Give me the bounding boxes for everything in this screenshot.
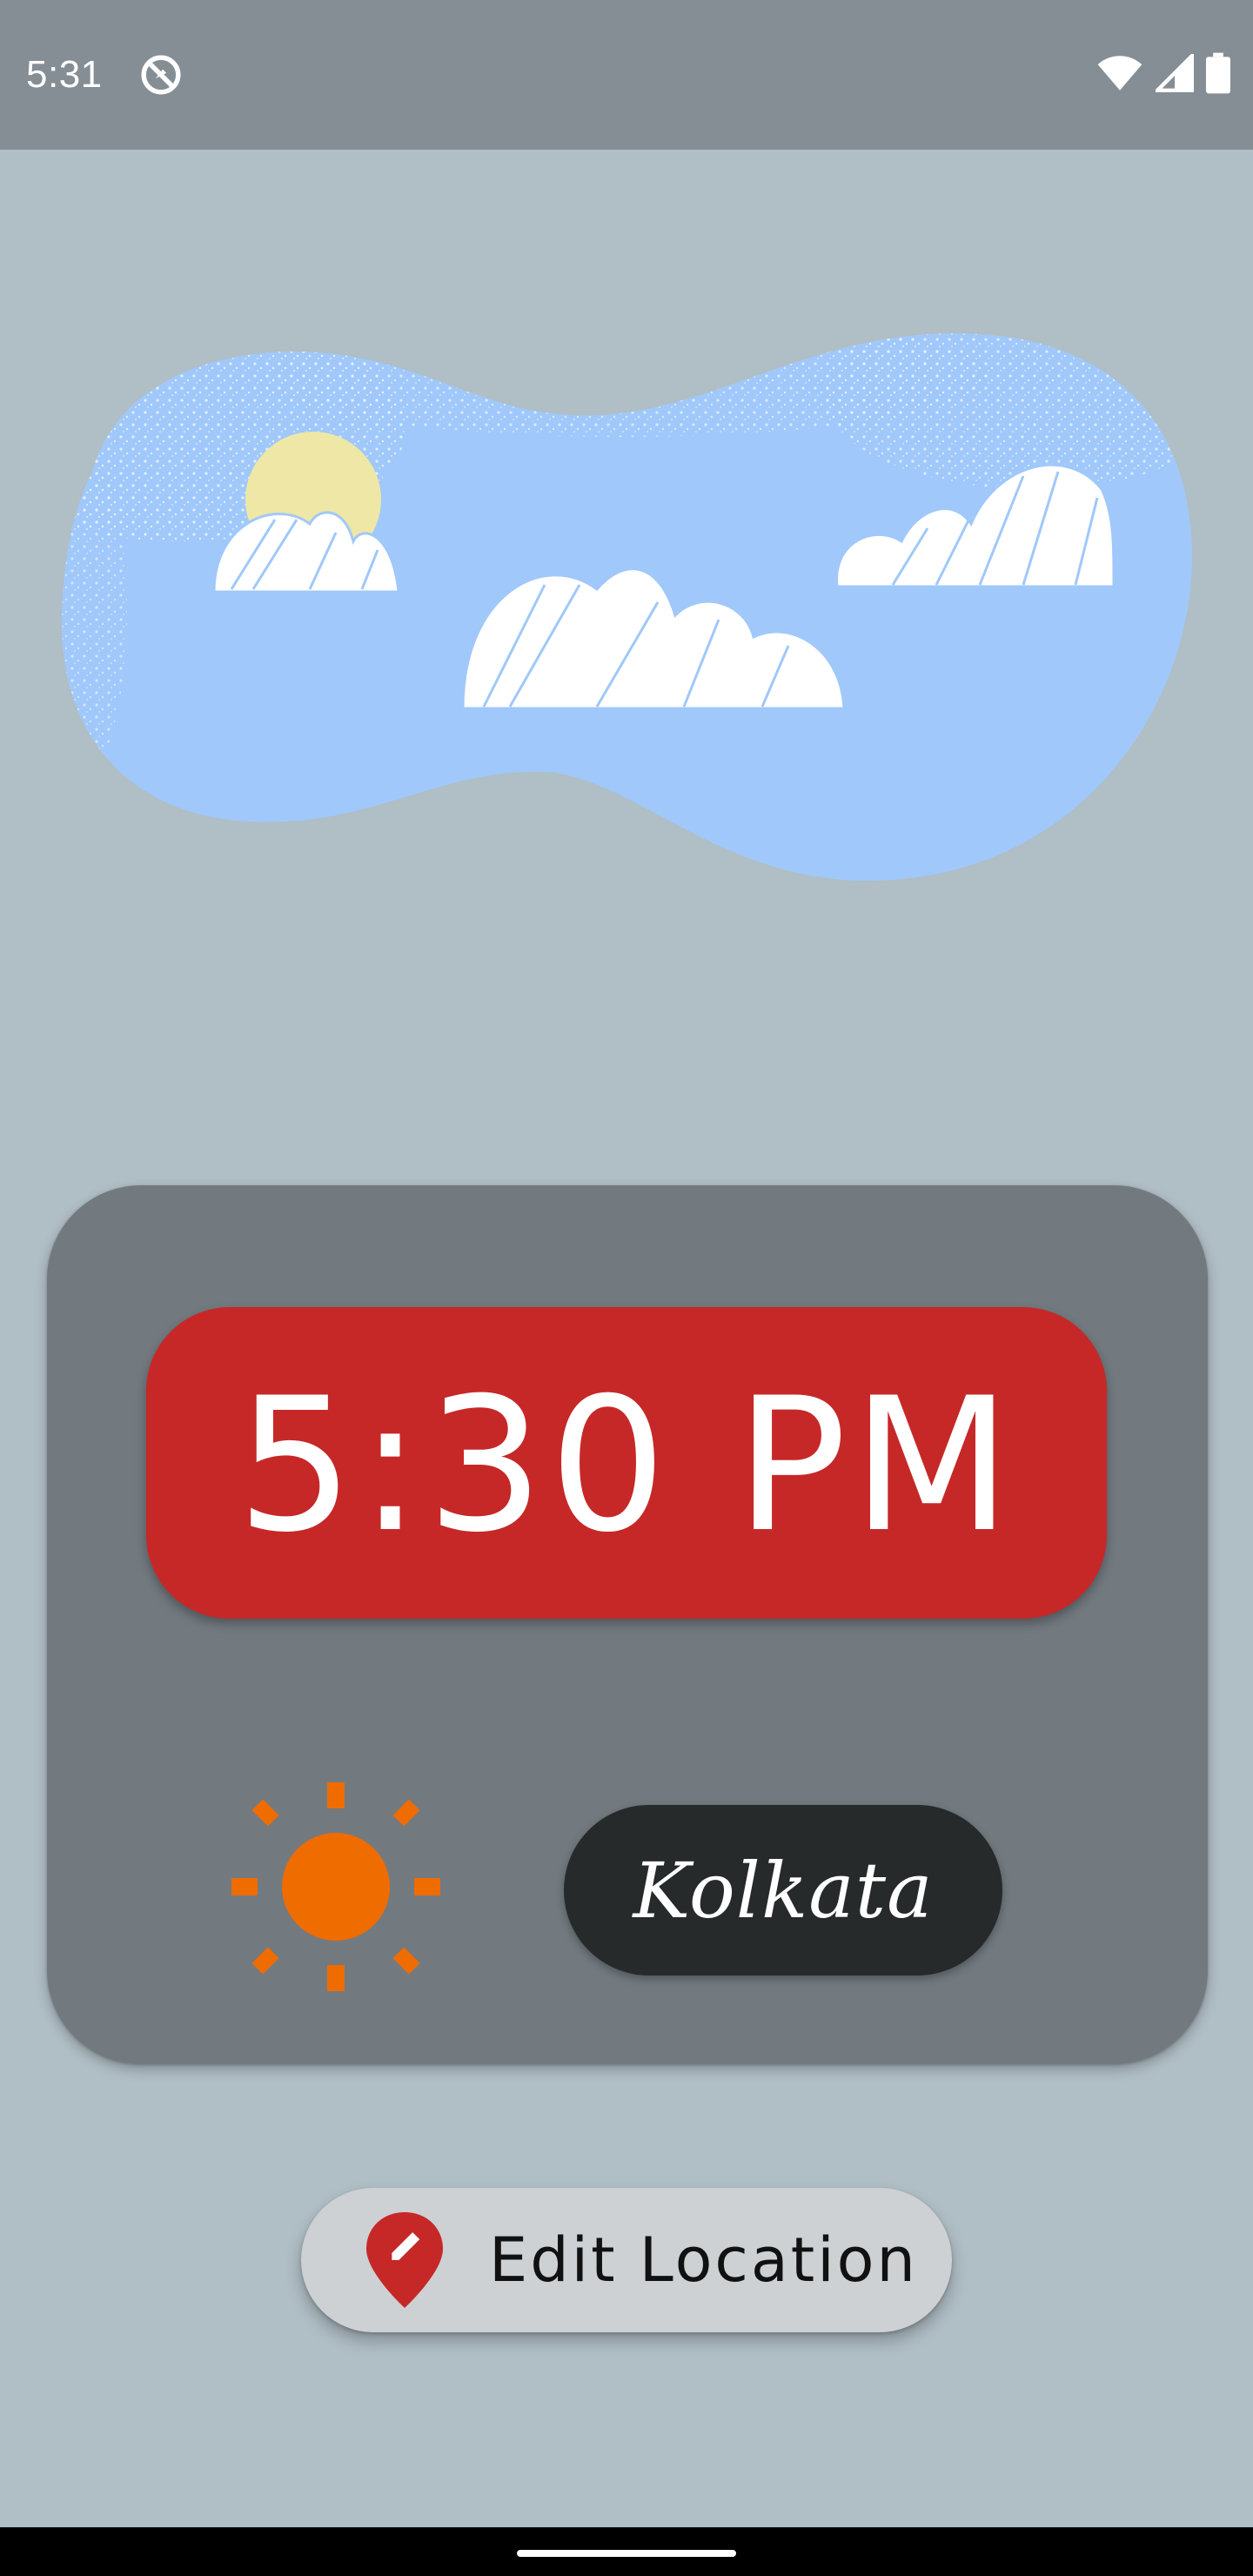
status-bar: 5:31: [0, 0, 1253, 150]
status-time: 5:31: [26, 53, 103, 96]
time-card: 5:30 PM Kolkata: [47, 1185, 1208, 2064]
sun-icon: [231, 1782, 440, 1991]
wifi-icon: [1097, 56, 1142, 91]
time-display: 5:30 PM: [146, 1307, 1107, 1619]
home-gesture-handle[interactable]: [517, 2550, 736, 2557]
sky-clouds-illustration: [61, 333, 1193, 882]
status-icons: [1096, 52, 1230, 94]
location-edit-icon: [366, 2212, 443, 2308]
battery-icon: [1206, 52, 1230, 94]
current-time: 5:30 PM: [236, 1358, 1017, 1573]
location-pill: Kolkata: [564, 1805, 1002, 1976]
edit-location-label: Edit Location: [489, 2224, 918, 2296]
cellular-signal-icon: [1156, 54, 1194, 92]
do-not-disturb-icon: [141, 55, 181, 95]
edit-location-button[interactable]: Edit Location: [301, 2188, 952, 2332]
city-name: Kolkata: [633, 1845, 934, 1935]
